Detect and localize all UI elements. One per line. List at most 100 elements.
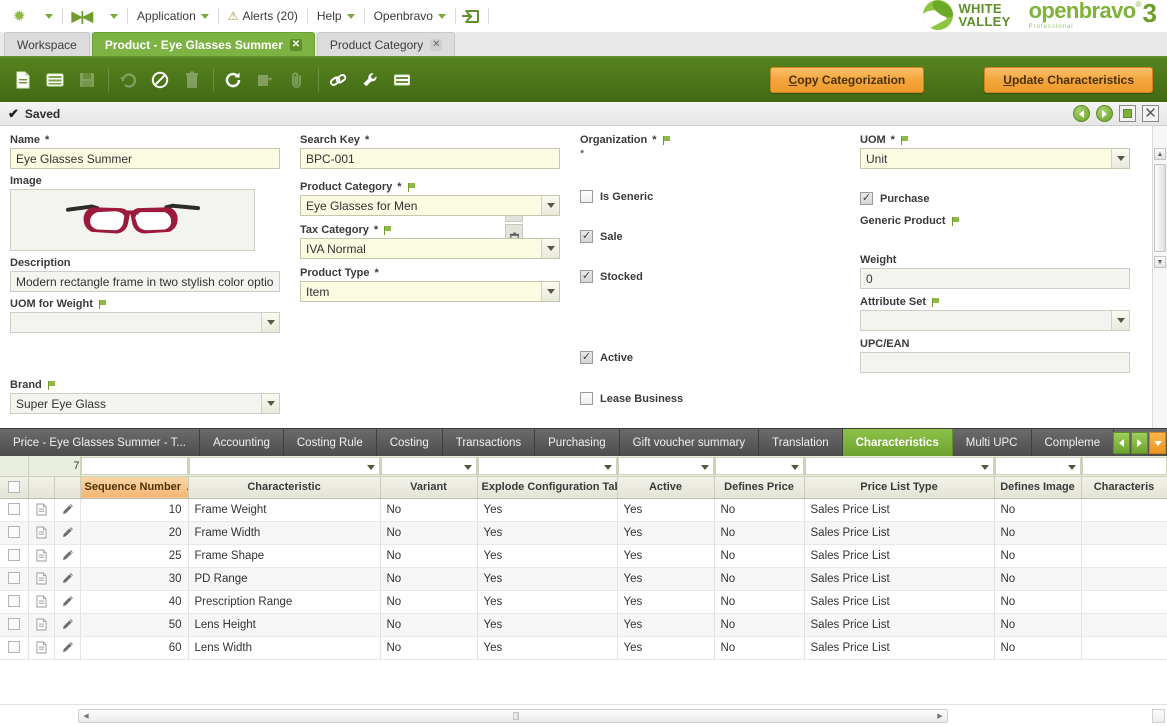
description-input[interactable]	[10, 271, 280, 292]
filter-input-characteristic[interactable]	[188, 456, 380, 475]
chevron-down-icon[interactable]	[261, 313, 279, 332]
sub-tab-dropdown-button[interactable]	[1149, 432, 1166, 454]
filter-cell-defines-price[interactable]	[714, 456, 805, 477]
product-type-input[interactable]	[300, 281, 560, 302]
row-edit-cell[interactable]	[54, 636, 81, 660]
column-header-characteris[interactable]: Characteris	[1081, 476, 1167, 499]
row-document-cell[interactable]	[28, 613, 55, 637]
filter-cell-active[interactable]	[617, 456, 715, 477]
column-header-defines-image[interactable]: Defines Image	[994, 476, 1082, 499]
product-category-combo[interactable]	[300, 195, 560, 216]
grid-horizontal-scrollbar[interactable]: ◀ ▶	[78, 709, 948, 723]
product-type-combo[interactable]	[300, 281, 560, 302]
sale-checkbox[interactable]	[580, 230, 593, 243]
filter-input-active[interactable]	[617, 456, 714, 475]
uom-combo[interactable]	[860, 148, 1130, 169]
select-all-checkbox[interactable]	[7, 481, 20, 494]
column-header-active[interactable]: Active	[617, 476, 715, 499]
field-active[interactable]: Active	[580, 351, 840, 364]
close-form-button[interactable]: ✕	[1142, 105, 1159, 122]
row-select-cell[interactable]	[0, 521, 29, 545]
scroll-down-button[interactable]: ▼	[1154, 256, 1166, 268]
sub-tab-costing[interactable]: Costing	[377, 429, 443, 456]
tax-category-combo[interactable]	[300, 238, 560, 259]
attribute-set-input[interactable]	[860, 310, 1130, 331]
field-lease-business[interactable]: Lease Business	[580, 392, 840, 405]
row-select-checkbox[interactable]	[7, 595, 20, 608]
tools-button[interactable]	[355, 66, 385, 94]
sub-tab-scroll-right-button[interactable]	[1131, 432, 1148, 454]
row-edit-cell[interactable]	[54, 567, 81, 591]
column-header-price-list-type[interactable]: Price List Type	[804, 476, 995, 499]
search-key-input[interactable]	[300, 148, 560, 169]
recent-menu[interactable]: ▶|◀	[65, 3, 98, 29]
copy-categorization-button[interactable]: Copy Categorization	[769, 67, 925, 93]
row-document-cell[interactable]	[28, 498, 55, 522]
grid-view-button[interactable]	[40, 66, 70, 94]
chevron-down-icon[interactable]	[541, 239, 559, 258]
filter-input-variant[interactable]	[380, 456, 477, 475]
sub-tab-scroll-left-button[interactable]	[1113, 432, 1130, 454]
row-edit-cell[interactable]	[54, 590, 81, 614]
product-category-input[interactable]	[300, 195, 560, 216]
link-button[interactable]	[323, 66, 353, 94]
scroll-up-button[interactable]: ▲	[1154, 148, 1166, 160]
previous-record-button[interactable]	[1073, 105, 1090, 122]
column-header-sequence-number[interactable]: Sequence Number▲	[80, 476, 189, 499]
is-generic-checkbox[interactable]	[580, 190, 593, 203]
select-all-header[interactable]	[0, 476, 29, 499]
tax-category-input[interactable]	[300, 238, 560, 259]
chevron-down-icon[interactable]	[261, 394, 279, 413]
table-row[interactable]: 50 Lens Height No Yes Yes No Sales Price List N…	[0, 613, 1167, 637]
row-select-cell[interactable]	[0, 567, 29, 591]
window-tab-product[interactable]: Product - Eye Glasses Summer ✕	[91, 32, 315, 56]
row-document-cell[interactable]	[28, 567, 55, 591]
filter-cell-explode[interactable]	[477, 456, 618, 477]
row-edit-cell[interactable]	[54, 498, 81, 522]
scroll-right-button[interactable]: ▶	[934, 710, 946, 722]
filter-input-sequence-number[interactable]	[80, 456, 188, 475]
row-edit-cell[interactable]	[54, 544, 81, 568]
scrollbar-thumb[interactable]	[1154, 164, 1166, 252]
close-icon[interactable]: ✕	[289, 38, 302, 51]
table-row[interactable]: 20 Frame Width No Yes Yes No Sales Price List N…	[0, 521, 1167, 545]
filter-input-defines-price[interactable]	[714, 456, 804, 475]
scroll-right-edge-button[interactable]	[1152, 709, 1165, 723]
list-button[interactable]	[387, 66, 417, 94]
attribute-set-combo[interactable]	[860, 310, 1130, 331]
row-select-checkbox[interactable]	[7, 618, 20, 631]
scroll-left-button[interactable]: ◀	[80, 710, 92, 722]
window-tab-workspace[interactable]: Workspace	[4, 32, 90, 56]
row-select-cell[interactable]	[0, 590, 29, 614]
sub-tab-costing-rule[interactable]: Costing Rule	[284, 429, 377, 456]
row-select-checkbox[interactable]	[7, 572, 20, 585]
sub-tab-characteristics[interactable]: Characteristics	[842, 429, 953, 456]
filter-input-defines-image[interactable]	[994, 456, 1081, 475]
upc-ean-input[interactable]	[860, 352, 1130, 373]
row-document-cell[interactable]	[28, 544, 55, 568]
purchase-checkbox[interactable]	[860, 192, 873, 205]
column-header-explode-configuration-tab[interactable]: Explode Configuration Tab	[477, 476, 618, 499]
update-characteristics-button[interactable]: Update Characteristics	[984, 67, 1153, 93]
new-record-button[interactable]	[8, 66, 38, 94]
field-stocked[interactable]: Stocked	[580, 270, 840, 283]
logout-button[interactable]	[458, 3, 486, 29]
table-row[interactable]: 40 Prescription Range No Yes Yes No Sales Pric…	[0, 590, 1167, 614]
field-sale[interactable]: Sale	[580, 230, 840, 243]
brand-input[interactable]	[10, 393, 280, 414]
chevron-down-icon[interactable]	[1111, 149, 1129, 168]
next-record-button[interactable]	[1096, 105, 1113, 122]
brand-combo[interactable]	[10, 393, 280, 414]
row-select-cell[interactable]	[0, 636, 29, 660]
row-select-cell[interactable]	[0, 498, 29, 522]
sub-tab-multi-upc[interactable]: Multi UPC	[953, 429, 1032, 456]
row-edit-cell[interactable]	[54, 521, 81, 545]
form-vertical-scrollbar[interactable]: ▲ ▼	[1152, 126, 1167, 428]
chevron-down-icon[interactable]	[1111, 311, 1129, 330]
help-menu[interactable]: Help	[310, 3, 362, 29]
column-header-characteristic[interactable]: Characteristic	[188, 476, 381, 499]
filter-input-characteris[interactable]	[1081, 456, 1167, 475]
sub-tab-price[interactable]: Price - Eye Glasses Summer - T...	[0, 429, 200, 456]
chevron-down-icon[interactable]	[541, 282, 559, 301]
row-select-checkbox[interactable]	[7, 526, 20, 539]
